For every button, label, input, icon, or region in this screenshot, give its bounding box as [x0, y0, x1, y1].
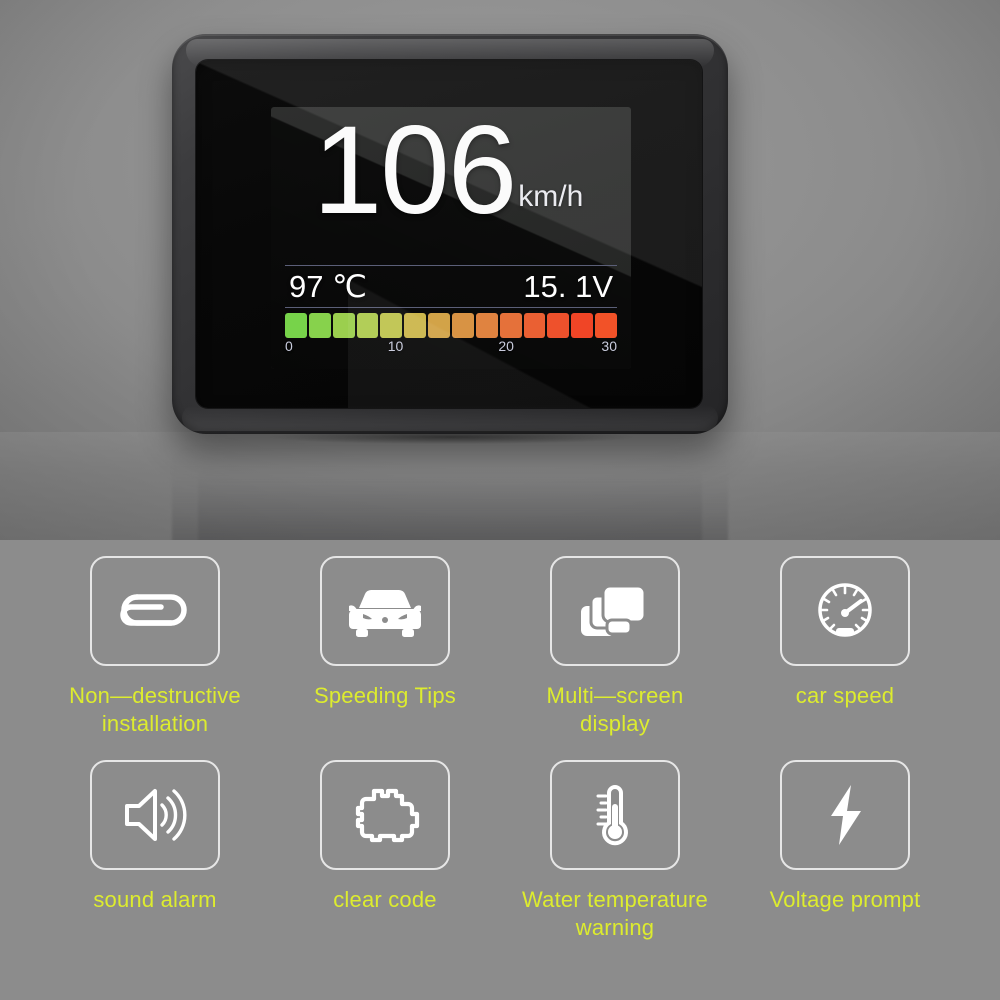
feature-item: Multi—screen display [522, 556, 708, 738]
hud-lcd-screen: 106 km/h 97 ℃ 15. 1V 0 10 20 30 [271, 107, 631, 369]
battery-voltage-value: 15. 1V [523, 268, 613, 304]
feature-icon-tile [550, 760, 680, 871]
feature-item: Non—destructive installation [62, 556, 248, 738]
feature-label: Multi—screen display [546, 683, 684, 737]
speedometer-icon [812, 580, 878, 642]
feature-item: Speeding Tips [292, 556, 478, 738]
speed-unit-label: km/h [518, 180, 584, 213]
gauge-segment [404, 313, 427, 338]
feature-label: Voltage prompt [769, 887, 921, 913]
gauge-tick-label: 10 [387, 338, 404, 354]
device-glass-panel: 106 km/h 97 ℃ 15. 1V 0 10 20 30 [196, 60, 702, 408]
gauge-segment [380, 313, 403, 338]
feature-icon-tile [780, 556, 910, 666]
feature-icon-tile [90, 556, 220, 666]
thermometer-icon [588, 782, 642, 848]
gauge-segment [475, 313, 498, 338]
feature-icon-tile [320, 556, 450, 666]
speed-readout: 106 km/h [271, 107, 625, 240]
feature-icon-tile [550, 556, 680, 666]
gauge-segment [547, 313, 570, 338]
secondary-readout-strip: 97 ℃ 15. 1V [285, 265, 617, 308]
gauge-segment [308, 313, 331, 338]
feature-icon-tile [90, 760, 220, 871]
feature-item: Water temperature warning [522, 760, 708, 942]
gauge-segment [499, 313, 522, 338]
temperature-gauge-bar [285, 313, 618, 338]
lightning-bolt-icon [821, 782, 869, 848]
gauge-tick-label: 20 [498, 338, 514, 354]
gauge-segment [452, 313, 474, 338]
check-engine-icon [348, 785, 422, 845]
feature-label: Non—destructive installation [69, 683, 241, 737]
gauge-segment [356, 313, 379, 338]
feature-highlights-panel: Non—destructive installation Speeding Tip… [0, 540, 1000, 1000]
feature-item: clear code [292, 760, 478, 942]
gauge-segment [285, 313, 307, 338]
gauge-segment [595, 313, 618, 338]
coolant-temperature-value: 97 ℃ [289, 268, 367, 304]
gauge-segment [571, 313, 594, 338]
feature-row-bottom: sound alarm clear code Water temperature… [0, 760, 1000, 942]
feature-label: car speed [795, 683, 895, 708]
gauge-tick-labels: 0 10 20 30 [285, 338, 617, 356]
gauge-segment [428, 313, 451, 338]
feature-item: sound alarm [62, 760, 248, 942]
feature-row-top: Non—destructive installation Speeding Tip… [0, 556, 1000, 738]
paperclip-icon [115, 583, 195, 639]
car-front-icon [347, 582, 423, 640]
multi-screen-icon [577, 580, 653, 642]
gauge-tick-label: 0 [285, 338, 293, 354]
feature-label: Speeding Tips [313, 683, 457, 708]
speaker-sound-icon [121, 785, 189, 845]
gauge-segment [523, 313, 546, 338]
product-hero-photo: 106 km/h 97 ℃ 15. 1V 0 10 20 30 [0, 0, 1000, 540]
gauge-segment [332, 313, 355, 338]
feature-item: car speed [752, 556, 938, 738]
feature-item: Voltage prompt [752, 760, 938, 942]
feature-label: Water temperature warning [522, 887, 708, 941]
surface-plane [0, 432, 1000, 540]
hud-device-body: 106 km/h 97 ℃ 15. 1V 0 10 20 30 [172, 34, 728, 434]
feature-icon-tile [780, 760, 910, 871]
feature-label: clear code [333, 887, 437, 913]
gauge-tick-label: 30 [601, 338, 617, 354]
feature-icon-tile [320, 760, 450, 871]
feature-label: sound alarm [93, 887, 217, 913]
speed-value: 106 [312, 107, 518, 240]
